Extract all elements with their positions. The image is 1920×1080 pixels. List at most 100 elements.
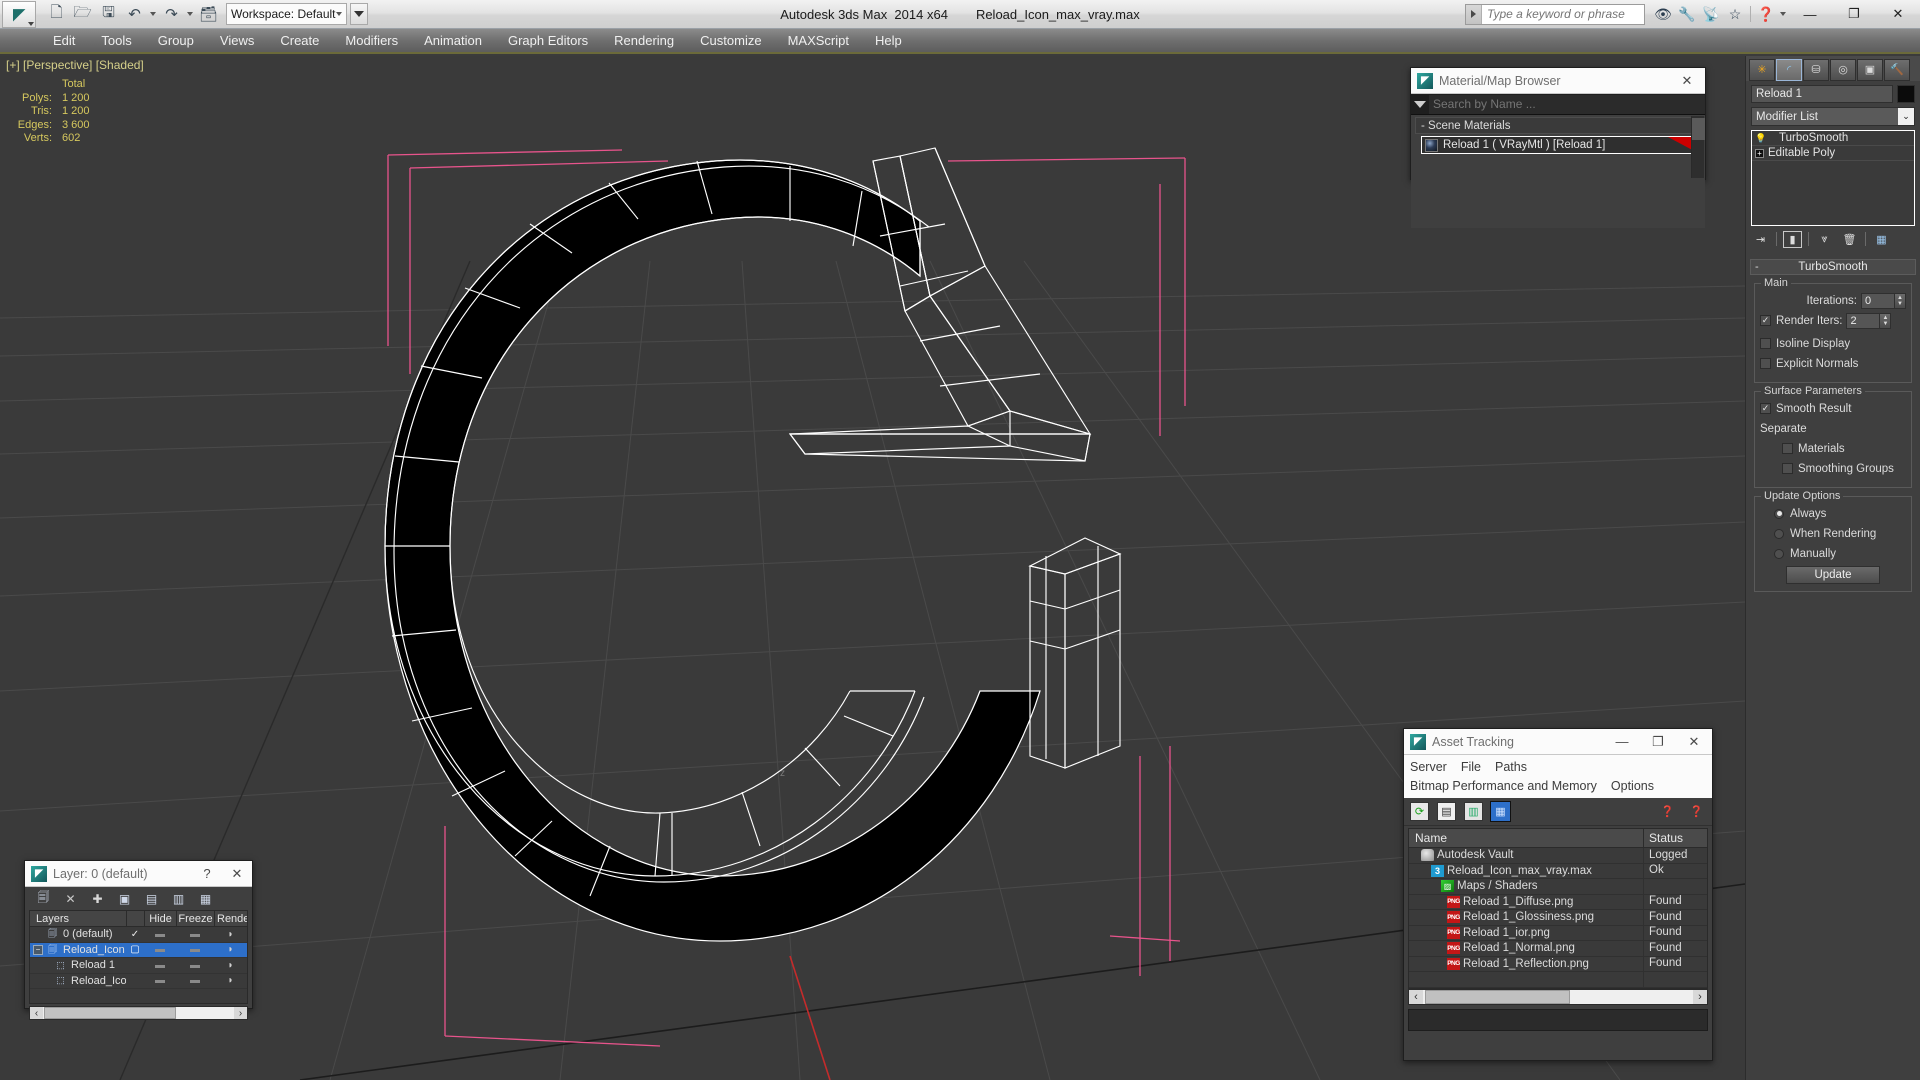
- quick-access-more-button[interactable]: [349, 3, 368, 25]
- close-button[interactable]: ✕: [1876, 0, 1920, 29]
- save-file-icon[interactable]: 🖫: [96, 2, 121, 26]
- modifier-stack-item-turbosmooth[interactable]: 💡 TurboSmooth: [1752, 131, 1914, 146]
- update-always-row[interactable]: Always: [1760, 505, 1906, 522]
- app-logo-button[interactable]: ◤: [2, 0, 36, 28]
- scrollbar-thumb[interactable]: [1425, 989, 1570, 1004]
- table-row[interactable]: PNG Reload 1_ior.png Found: [1409, 925, 1707, 941]
- scrollbar-track[interactable]: [1423, 989, 1693, 1004]
- isoline-display-checkbox[interactable]: [1760, 338, 1771, 349]
- redo-icon[interactable]: ↷: [159, 2, 184, 26]
- binoculars-icon[interactable]: 👁: [1651, 0, 1675, 29]
- asset-tracking-horizontal-scrollbar[interactable]: ‹ ›: [1408, 988, 1708, 1005]
- render-toggle-icon[interactable]: ◗: [214, 929, 247, 940]
- query-help-icon[interactable]: ❓: [1687, 802, 1706, 821]
- modifier-list-dropdown[interactable]: Modifier List ⌄: [1751, 107, 1915, 126]
- chevron-down-icon[interactable]: [1411, 94, 1429, 115]
- search-input[interactable]: [1482, 4, 1644, 24]
- remove-modifier-icon[interactable]: 🗑: [1840, 231, 1859, 248]
- select-highlighted-objects-icon[interactable]: ▤: [143, 890, 160, 907]
- column-header-layers[interactable]: Layers: [30, 911, 126, 926]
- maximize-button[interactable]: ❐: [1832, 0, 1876, 29]
- at-menu-bitmap-performance[interactable]: Bitmap Performance and Memory: [1410, 779, 1597, 793]
- add-help-icon[interactable]: ❓: [1658, 802, 1677, 821]
- help-dropdown-icon[interactable]: [1778, 2, 1788, 26]
- update-when-rendering-row[interactable]: When Rendering: [1760, 525, 1906, 542]
- menu-item-edit[interactable]: Edit: [40, 28, 88, 53]
- hierarchy-tab[interactable]: ⛁: [1803, 58, 1829, 81]
- table-row[interactable]: PNG Reload 1_Diffuse.png Found: [1409, 894, 1707, 910]
- layer-dialog-close-button[interactable]: ✕: [222, 861, 252, 887]
- active-layer-checkmark-icon[interactable]: ✓: [126, 929, 144, 940]
- at-menu-paths[interactable]: Paths: [1495, 760, 1527, 774]
- turbosmooth-rollout-header[interactable]: - TurboSmooth: [1750, 259, 1916, 275]
- column-header-name[interactable]: Name: [1409, 829, 1643, 847]
- object-name-field[interactable]: Reload 1: [1751, 85, 1893, 103]
- asset-tracking-maximize-button[interactable]: ❐: [1640, 729, 1676, 755]
- menu-item-tools[interactable]: Tools: [88, 28, 144, 53]
- scroll-right-icon[interactable]: ›: [234, 1008, 247, 1019]
- material-browser-search-bar[interactable]: [1411, 94, 1705, 115]
- menu-item-help[interactable]: Help: [862, 28, 915, 53]
- add-to-layer-icon[interactable]: ✚: [89, 890, 106, 907]
- menu-item-views[interactable]: Views: [207, 28, 267, 53]
- freeze-toggle[interactable]: ▬: [176, 960, 214, 971]
- column-header-active[interactable]: [126, 911, 144, 926]
- viewport-label[interactable]: [+] [Perspective] [Shaded]: [6, 58, 144, 72]
- scroll-left-icon[interactable]: ‹: [30, 1008, 43, 1019]
- column-header-freeze[interactable]: Freeze: [176, 911, 214, 926]
- list-item[interactable]: ⬚ Reload_Icon ▬ ▬ ◗: [30, 974, 247, 989]
- iterations-spinner[interactable]: ▲ ▼: [1895, 292, 1906, 309]
- create-new-layer-icon[interactable]: 🗐: [35, 890, 52, 907]
- freeze-toggle[interactable]: ▬: [176, 975, 214, 986]
- layer-dialog-help-button[interactable]: ?: [192, 861, 222, 887]
- update-manually-radio[interactable]: [1774, 548, 1784, 559]
- configure-modifier-sets-icon[interactable]: ▦: [1872, 231, 1891, 248]
- create-tab[interactable]: ✳: [1749, 58, 1775, 81]
- freeze-toggle[interactable]: ▬: [176, 929, 214, 940]
- undo-icon[interactable]: ↶: [122, 2, 147, 26]
- scene-materials-group-header[interactable]: - Scene Materials: [1415, 117, 1701, 134]
- layer-horizontal-scrollbar[interactable]: ‹ ›: [29, 1006, 248, 1020]
- update-manually-row[interactable]: Manually: [1760, 545, 1906, 562]
- pin-stack-icon[interactable]: ⇥: [1751, 231, 1770, 248]
- list-item[interactable]: − 🗐 Reload_Icon ▢ ▬ ▬ ◗: [30, 942, 247, 958]
- separate-smoothing-groups-checkbox[interactable]: [1782, 463, 1793, 474]
- render-toggle-icon[interactable]: ◗: [214, 944, 247, 955]
- active-layer-checkbox[interactable]: ▢: [126, 944, 144, 955]
- asset-tracking-minimize-button[interactable]: —: [1604, 729, 1640, 755]
- hide-unhide-layer-icon[interactable]: ▦: [197, 890, 214, 907]
- at-menu-options[interactable]: Options: [1611, 779, 1654, 793]
- column-header-hide[interactable]: Hide: [144, 911, 176, 926]
- scroll-right-icon[interactable]: ›: [1693, 991, 1707, 1003]
- material-browser-close-button[interactable]: ✕: [1669, 68, 1705, 94]
- update-button[interactable]: Update: [1786, 566, 1880, 584]
- material-browser-scrollbar[interactable]: [1691, 116, 1705, 178]
- workspace-selector[interactable]: Workspace: Default: [226, 3, 347, 25]
- scrollbar-track[interactable]: [43, 1007, 234, 1019]
- freeze-toggle[interactable]: ▬: [176, 944, 214, 955]
- asset-tracking-window[interactable]: ◤ Asset Tracking — ❐ ✕ Server File Paths…: [1403, 728, 1713, 1061]
- list-view-icon[interactable]: ▤: [1437, 802, 1456, 821]
- favorites-star-icon[interactable]: ☆: [1723, 0, 1747, 29]
- asset-tracking-titlebar[interactable]: ◤ Asset Tracking — ❐ ✕: [1404, 729, 1712, 755]
- scrollbar-thumb[interactable]: [1692, 118, 1705, 140]
- expand-plus-icon[interactable]: +: [1755, 148, 1764, 158]
- grid-view-icon[interactable]: ▦: [1490, 801, 1511, 822]
- chevron-down-icon[interactable]: ⌄: [1898, 108, 1914, 125]
- update-when-rendering-radio[interactable]: [1774, 528, 1784, 539]
- hide-toggle[interactable]: ▬: [144, 975, 176, 986]
- at-menu-server[interactable]: Server: [1410, 760, 1447, 774]
- modifier-stack-item-editable-poly[interactable]: + Editable Poly: [1752, 146, 1914, 161]
- utilities-tab[interactable]: 🔨: [1884, 58, 1910, 81]
- render-toggle-icon[interactable]: ◗: [214, 960, 247, 971]
- open-file-icon[interactable]: 🗁: [70, 2, 95, 26]
- menu-item-rendering[interactable]: Rendering: [601, 28, 687, 53]
- table-row[interactable]: PNG Reload 1_Reflection.png Found: [1409, 956, 1707, 972]
- table-row[interactable]: PNG Reload 1_Glossiness.png Found: [1409, 909, 1707, 926]
- highlight-selected-objects-icon[interactable]: ▥: [170, 890, 187, 907]
- render-iters-field[interactable]: 2: [1846, 312, 1881, 329]
- list-item[interactable]: ⬚ Reload 1 ▬ ▬ ◗: [30, 958, 247, 974]
- menu-item-modifiers[interactable]: Modifiers: [332, 28, 411, 53]
- detail-view-icon[interactable]: ▥: [1464, 802, 1483, 821]
- redo-dropdown-icon[interactable]: [185, 2, 195, 26]
